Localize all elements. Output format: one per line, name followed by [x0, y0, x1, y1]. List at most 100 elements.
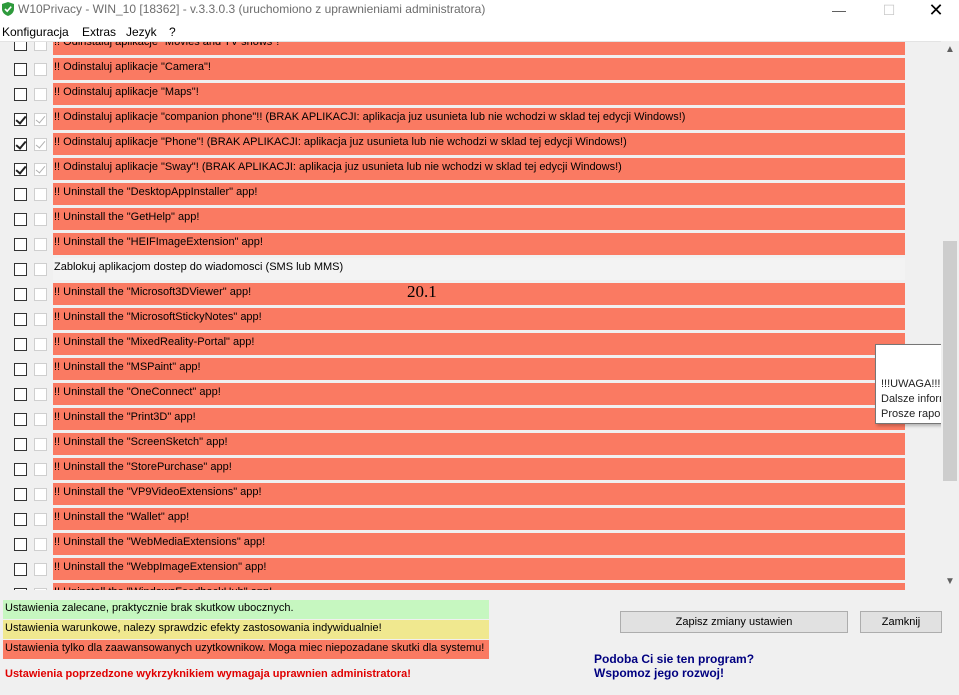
setting-checkbox[interactable] — [14, 413, 27, 426]
setting-label[interactable]: !! Odinstaluj aplikacje "Phone"! (BRAK A… — [53, 133, 905, 155]
setting-row[interactable]: !! Uninstall the "HEIFImageExtension" ap… — [0, 232, 941, 257]
setting-checkbox[interactable] — [14, 88, 27, 101]
setting-label[interactable]: !! Uninstall the "MixedReality-Portal" a… — [53, 333, 905, 355]
setting-state-checkbox — [34, 63, 47, 76]
setting-checkbox[interactable] — [14, 163, 27, 176]
setting-checkbox[interactable] — [14, 338, 27, 351]
setting-row[interactable]: !! Uninstall the "WebMediaExtensions" ap… — [0, 532, 941, 557]
setting-state-checkbox — [34, 113, 47, 126]
setting-row[interactable]: !! Uninstall the "Microsoft3DViewer" app… — [0, 282, 941, 307]
setting-label[interactable]: !! Uninstall the "MSPaint" app! — [53, 358, 905, 380]
legend-recommended: Ustawienia zalecane, praktycznie brak sk… — [3, 600, 489, 619]
setting-label[interactable]: !! Uninstall the "HEIFImageExtension" ap… — [53, 233, 905, 255]
setting-row[interactable]: !! Odinstaluj aplikacje "Movies and TV s… — [0, 42, 941, 57]
setting-label[interactable]: !! Uninstall the "WebMediaExtensions" ap… — [53, 533, 905, 555]
setting-label[interactable]: !! Uninstall the "GetHelp" app! — [53, 208, 905, 230]
setting-row[interactable]: !! Uninstall the "Print3D" app! — [0, 407, 941, 432]
settings-list: !! Odinstaluj aplikacje "Movies and TV s… — [0, 41, 941, 590]
menu-jezyk[interactable]: Jezyk — [126, 25, 157, 39]
setting-state-checkbox — [34, 363, 47, 376]
scroll-down-icon[interactable]: ▼ — [941, 573, 959, 590]
setting-state-checkbox — [34, 513, 47, 526]
setting-label[interactable]: !! Odinstaluj aplikacje "Sway"! (BRAK AP… — [53, 158, 905, 180]
bottom-panel: Ustawienia zalecane, praktycznie brak sk… — [0, 590, 959, 695]
setting-label[interactable]: !! Odinstaluj aplikacje "Movies and TV s… — [53, 42, 905, 55]
shield-check-icon — [2, 2, 14, 16]
setting-state-checkbox — [34, 538, 47, 551]
setting-row[interactable]: !! Odinstaluj aplikacje "Camera"! — [0, 57, 941, 82]
setting-label[interactable]: !! Uninstall the "StorePurchase" app! — [53, 458, 905, 480]
setting-label[interactable]: !! Odinstaluj aplikacje "companion phone… — [53, 108, 905, 130]
setting-label[interactable]: !! Uninstall the "Print3D" app! — [53, 408, 905, 430]
setting-checkbox[interactable] — [14, 313, 27, 326]
setting-state-checkbox — [34, 263, 47, 276]
promo-support-link[interactable]: Wspomoz jego rozwoj! — [594, 666, 724, 680]
setting-checkbox[interactable] — [14, 42, 27, 51]
setting-checkbox[interactable] — [14, 363, 27, 376]
minimize-button[interactable]: — — [816, 0, 862, 20]
setting-row[interactable]: !! Uninstall the "MixedReality-Portal" a… — [0, 332, 941, 357]
setting-row[interactable]: !! Odinstaluj aplikacje "Sway"! (BRAK AP… — [0, 157, 941, 182]
legend-conditional: Ustawienia warunkowe, nalezy sprawdzic e… — [3, 620, 489, 639]
vertical-scrollbar[interactable]: ▲ ▼ — [941, 41, 959, 590]
setting-state-checkbox — [34, 288, 47, 301]
scroll-up-icon[interactable]: ▲ — [941, 41, 959, 58]
setting-row[interactable]: !! Uninstall the "ScreenSketch" app! — [0, 432, 941, 457]
setting-row[interactable]: !! Uninstall the "MSPaint" app! — [0, 357, 941, 382]
window-title: W10Privacy - WIN_10 [18362] - v.3.3.0.3 … — [18, 2, 486, 16]
setting-checkbox[interactable] — [14, 188, 27, 201]
setting-label[interactable]: !! Odinstaluj aplikacje "Maps"! — [53, 83, 905, 105]
legend-advanced: Ustawienia tylko dla zaawansowanych uzyt… — [3, 640, 489, 659]
promo-question[interactable]: Podoba Ci sie ten program? — [594, 652, 754, 666]
menu-help[interactable]: ? — [169, 25, 176, 39]
setting-row[interactable]: !! Uninstall the "VP9VideoExtensions" ap… — [0, 482, 941, 507]
setting-checkbox[interactable] — [14, 288, 27, 301]
setting-row[interactable]: !! Uninstall the "OneConnect" app! — [0, 382, 941, 407]
setting-state-checkbox — [34, 213, 47, 226]
setting-label[interactable]: !! Uninstall the "MicrosoftStickyNotes" … — [53, 308, 905, 330]
setting-row[interactable]: !! Uninstall the "MicrosoftStickyNotes" … — [0, 307, 941, 332]
menu-konfiguracja[interactable]: Konfiguracja — [2, 25, 69, 39]
setting-row[interactable]: !! Odinstaluj aplikacje "Phone"! (BRAK A… — [0, 132, 941, 157]
setting-label[interactable]: !! Uninstall the "OneConnect" app! — [53, 383, 905, 405]
save-settings-button[interactable]: Zapisz zmiany ustawien — [620, 611, 848, 633]
setting-checkbox[interactable] — [14, 263, 27, 276]
setting-row[interactable]: !! Odinstaluj aplikacje "companion phone… — [0, 107, 941, 132]
setting-row[interactable]: !! Uninstall the "WebpImageExtension" ap… — [0, 557, 941, 582]
setting-row[interactable]: Zablokuj aplikacjom dostep do wiadomosci… — [0, 257, 941, 282]
setting-checkbox[interactable] — [14, 488, 27, 501]
setting-checkbox[interactable] — [14, 213, 27, 226]
setting-row[interactable]: !! Uninstall the "StorePurchase" app! — [0, 457, 941, 482]
setting-label[interactable]: !! Uninstall the "ScreenSketch" app! — [53, 433, 905, 455]
overlay-number: 20.1 — [407, 282, 437, 301]
setting-checkbox[interactable] — [14, 113, 27, 126]
setting-checkbox[interactable] — [14, 138, 27, 151]
setting-row[interactable]: !! Uninstall the "Wallet" app! — [0, 507, 941, 532]
menu-extras[interactable]: Extras — [82, 25, 116, 39]
setting-checkbox[interactable] — [14, 538, 27, 551]
setting-checkbox[interactable] — [14, 238, 27, 251]
setting-row[interactable]: !! Uninstall the "GetHelp" app! — [0, 207, 941, 232]
setting-checkbox[interactable] — [14, 463, 27, 476]
setting-label[interactable]: !! Odinstaluj aplikacje "Camera"! — [53, 58, 905, 80]
setting-label[interactable]: !! Uninstall the "VP9VideoExtensions" ap… — [53, 483, 905, 505]
setting-label[interactable]: !! Uninstall the "DesktopAppInstaller" a… — [53, 183, 905, 205]
close-window-button[interactable]: ✕ — [913, 0, 959, 20]
setting-label[interactable]: !! Uninstall the "WindowsFeedbackHub" ap… — [53, 583, 905, 590]
setting-row[interactable]: !! Odinstaluj aplikacje "Maps"! — [0, 82, 941, 107]
setting-row[interactable]: !! Uninstall the "DesktopAppInstaller" a… — [0, 182, 941, 207]
close-button[interactable]: Zamknij — [860, 611, 942, 633]
setting-label[interactable]: !! Uninstall the "Wallet" app! — [53, 508, 905, 530]
setting-label[interactable]: Zablokuj aplikacjom dostep do wiadomosci… — [53, 258, 905, 280]
setting-label[interactable]: !! Uninstall the "Microsoft3DViewer" app… — [53, 283, 905, 305]
setting-checkbox[interactable] — [14, 438, 27, 451]
setting-checkbox[interactable] — [14, 563, 27, 576]
setting-label[interactable]: !! Uninstall the "WebpImageExtension" ap… — [53, 558, 905, 580]
setting-checkbox[interactable] — [14, 63, 27, 76]
setting-checkbox[interactable] — [14, 513, 27, 526]
setting-checkbox[interactable] — [14, 388, 27, 401]
maximize-button[interactable]: ☐ — [866, 0, 912, 20]
setting-state-checkbox — [34, 388, 47, 401]
scroll-thumb[interactable] — [943, 241, 957, 481]
setting-row[interactable]: !! Uninstall the "WindowsFeedbackHub" ap… — [0, 582, 941, 590]
